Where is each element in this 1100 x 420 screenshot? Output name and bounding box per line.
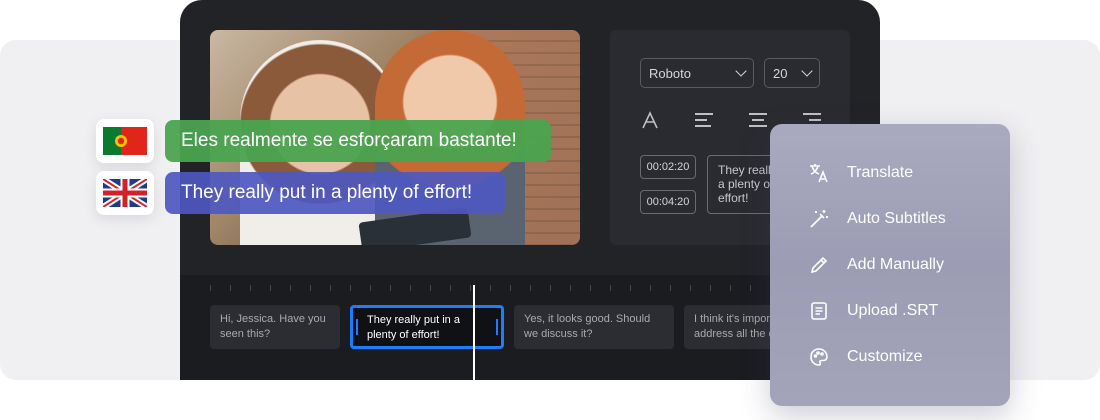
document-icon bbox=[808, 300, 830, 322]
timeline-tick bbox=[630, 285, 631, 291]
timeline-tick bbox=[570, 285, 571, 291]
timeline-tick bbox=[210, 285, 211, 291]
pencil-icon bbox=[808, 254, 830, 276]
translate-icon bbox=[808, 162, 830, 184]
flag-badge-uk bbox=[96, 171, 154, 215]
playhead[interactable] bbox=[473, 285, 475, 380]
caption-english[interactable]: They really put in a plenty of effort! bbox=[165, 172, 505, 214]
subtitle-clip-selected[interactable]: They really put in a plenty of effort! bbox=[350, 305, 504, 349]
flag-badge-portugal bbox=[96, 119, 154, 163]
timeline-tick bbox=[430, 285, 431, 291]
timeline-tick bbox=[450, 285, 451, 291]
font-style-icon[interactable] bbox=[640, 110, 660, 130]
timeline-tick bbox=[310, 285, 311, 291]
timeline-tick bbox=[330, 285, 331, 291]
timeline-tick bbox=[370, 285, 371, 291]
timeline-tick bbox=[610, 285, 611, 291]
timeline-tick bbox=[590, 285, 591, 291]
timeline-tick bbox=[230, 285, 231, 291]
menu-item-add-manually[interactable]: Add Manually bbox=[808, 252, 944, 278]
timeline-tick bbox=[710, 285, 711, 291]
uk-flag-icon bbox=[103, 179, 147, 207]
clip-start-handle[interactable] bbox=[356, 319, 358, 335]
chevron-down-icon bbox=[801, 65, 813, 77]
timeline-tick bbox=[290, 285, 291, 291]
clip-end-handle[interactable] bbox=[496, 319, 498, 335]
subtitle-options-menu: Translate Auto Subtitles Add Manually Up… bbox=[770, 124, 1010, 406]
magic-wand-icon bbox=[808, 208, 830, 230]
timeline-tick bbox=[550, 285, 551, 291]
timeline-tick bbox=[250, 285, 251, 291]
end-time-field[interactable]: 00:04:20 bbox=[640, 190, 696, 214]
timeline-tick bbox=[270, 285, 271, 291]
menu-item-customize[interactable]: Customize bbox=[808, 344, 923, 370]
caption-portuguese[interactable]: Eles realmente se esforçaram bastante! bbox=[165, 120, 551, 162]
timeline-tick bbox=[410, 285, 411, 291]
align-center-icon[interactable] bbox=[748, 110, 768, 130]
timeline-tick bbox=[690, 285, 691, 291]
chevron-down-icon bbox=[735, 65, 747, 77]
timeline-tick bbox=[750, 285, 751, 291]
font-size-value: 20 bbox=[773, 65, 788, 81]
timeline-tick bbox=[490, 285, 491, 291]
font-family-select[interactable]: Roboto bbox=[640, 58, 754, 88]
subtitle-clip[interactable]: Yes, it looks good. Should we discuss it… bbox=[514, 305, 674, 349]
font-family-value: Roboto bbox=[649, 65, 691, 81]
start-time-field[interactable]: 00:02:20 bbox=[640, 155, 696, 179]
timeline-tick bbox=[390, 285, 391, 291]
menu-item-auto-subtitles[interactable]: Auto Subtitles bbox=[808, 206, 946, 232]
menu-item-upload-srt[interactable]: Upload .SRT bbox=[808, 298, 938, 324]
timeline-tick bbox=[670, 285, 671, 291]
portugal-flag-icon bbox=[103, 127, 147, 155]
timeline-tick bbox=[530, 285, 531, 291]
timeline-tick bbox=[510, 285, 511, 291]
align-left-icon[interactable] bbox=[694, 110, 714, 130]
palette-icon bbox=[808, 346, 830, 368]
font-size-select[interactable]: 20 bbox=[764, 58, 820, 88]
timeline-tick bbox=[730, 285, 731, 291]
menu-item-translate[interactable]: Translate bbox=[808, 160, 913, 186]
timeline-tick bbox=[350, 285, 351, 291]
subtitle-clip[interactable]: Hi, Jessica. Have you seen this? bbox=[210, 305, 340, 349]
timeline-tick bbox=[650, 285, 651, 291]
timeline-tick bbox=[470, 285, 471, 291]
